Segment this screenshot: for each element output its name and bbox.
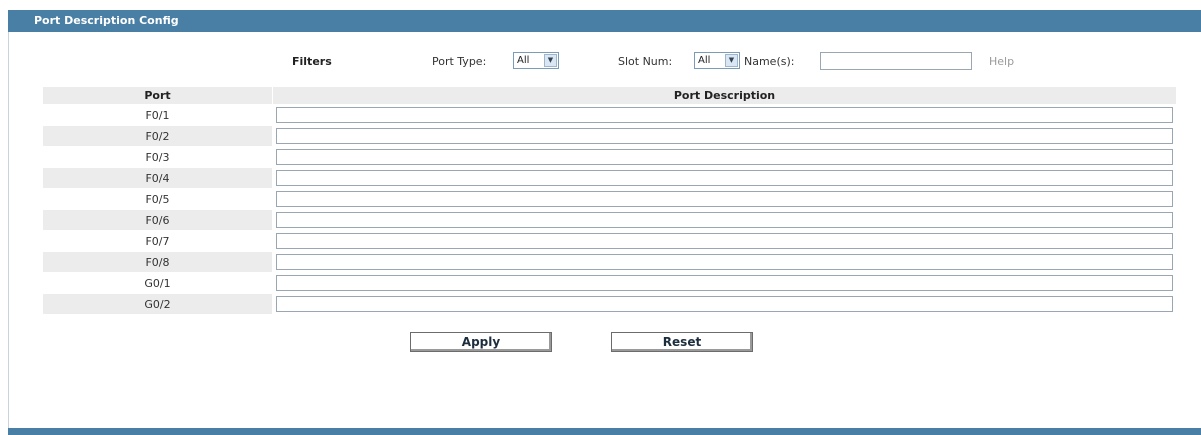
description-cell bbox=[272, 125, 1177, 147]
names-label: Name(s): bbox=[744, 55, 795, 68]
port-name: F0/6 bbox=[42, 209, 273, 231]
port-column-header: Port bbox=[42, 86, 273, 105]
table-row: F0/3 bbox=[42, 146, 1177, 168]
slot-num-label: Slot Num: bbox=[618, 55, 673, 68]
port-type-value: All bbox=[517, 55, 530, 66]
chevron-down-icon[interactable]: ▼ bbox=[544, 54, 557, 67]
reset-button[interactable]: Reset bbox=[611, 332, 753, 352]
port-description-table: Port Port Description F0/1 F0/2 F0/3 F0/… bbox=[42, 86, 1177, 315]
table-row: F0/2 bbox=[42, 125, 1177, 147]
description-column-header: Port Description bbox=[272, 86, 1177, 105]
table-row: G0/2 bbox=[42, 293, 1177, 315]
description-cell bbox=[272, 146, 1177, 168]
description-input[interactable] bbox=[276, 170, 1173, 186]
description-cell bbox=[272, 167, 1177, 189]
table-header-row: Port Port Description bbox=[42, 86, 1177, 105]
filters-label: Filters bbox=[292, 55, 332, 68]
table-row: G0/1 bbox=[42, 272, 1177, 294]
description-input[interactable] bbox=[276, 128, 1173, 144]
description-input[interactable] bbox=[276, 254, 1173, 270]
port-type-select[interactable]: All ▼ bbox=[513, 52, 559, 69]
description-cell bbox=[272, 209, 1177, 231]
table-row: F0/7 bbox=[42, 230, 1177, 252]
help-link[interactable]: Help bbox=[989, 55, 1014, 68]
description-input[interactable] bbox=[276, 191, 1173, 207]
description-input[interactable] bbox=[276, 296, 1173, 312]
port-name: F0/4 bbox=[42, 167, 273, 189]
port-name: F0/3 bbox=[42, 146, 273, 168]
port-name: F0/8 bbox=[42, 251, 273, 273]
table-row: F0/5 bbox=[42, 188, 1177, 210]
table-row: F0/8 bbox=[42, 251, 1177, 273]
description-input[interactable] bbox=[276, 149, 1173, 165]
port-name: F0/7 bbox=[42, 230, 273, 252]
table-row: F0/1 bbox=[42, 104, 1177, 126]
footer-bar bbox=[8, 428, 1201, 435]
description-cell bbox=[272, 251, 1177, 273]
description-cell bbox=[272, 293, 1177, 315]
names-input[interactable] bbox=[820, 52, 972, 70]
description-cell bbox=[272, 104, 1177, 126]
description-cell bbox=[272, 272, 1177, 294]
filter-bar: Filters Port Type: All ▼ Slot Num: All ▼… bbox=[0, 51, 1201, 71]
description-input[interactable] bbox=[276, 233, 1173, 249]
port-name: G0/2 bbox=[42, 293, 273, 315]
description-cell bbox=[272, 230, 1177, 252]
port-name: F0/5 bbox=[42, 188, 273, 210]
slot-num-value: All bbox=[698, 55, 711, 66]
apply-button[interactable]: Apply bbox=[410, 332, 552, 352]
port-name: F0/1 bbox=[42, 104, 273, 126]
port-name: F0/2 bbox=[42, 125, 273, 147]
page-title: Port Description Config bbox=[8, 10, 1201, 32]
chevron-down-icon[interactable]: ▼ bbox=[725, 54, 738, 67]
description-input[interactable] bbox=[276, 107, 1173, 123]
port-type-label: Port Type: bbox=[432, 55, 487, 68]
table-row: F0/4 bbox=[42, 167, 1177, 189]
slot-num-select[interactable]: All ▼ bbox=[694, 52, 740, 69]
description-input[interactable] bbox=[276, 275, 1173, 291]
description-input[interactable] bbox=[276, 212, 1173, 228]
table-row: F0/6 bbox=[42, 209, 1177, 231]
port-name: G0/1 bbox=[42, 272, 273, 294]
description-cell bbox=[272, 188, 1177, 210]
top-strip bbox=[0, 0, 1201, 10]
